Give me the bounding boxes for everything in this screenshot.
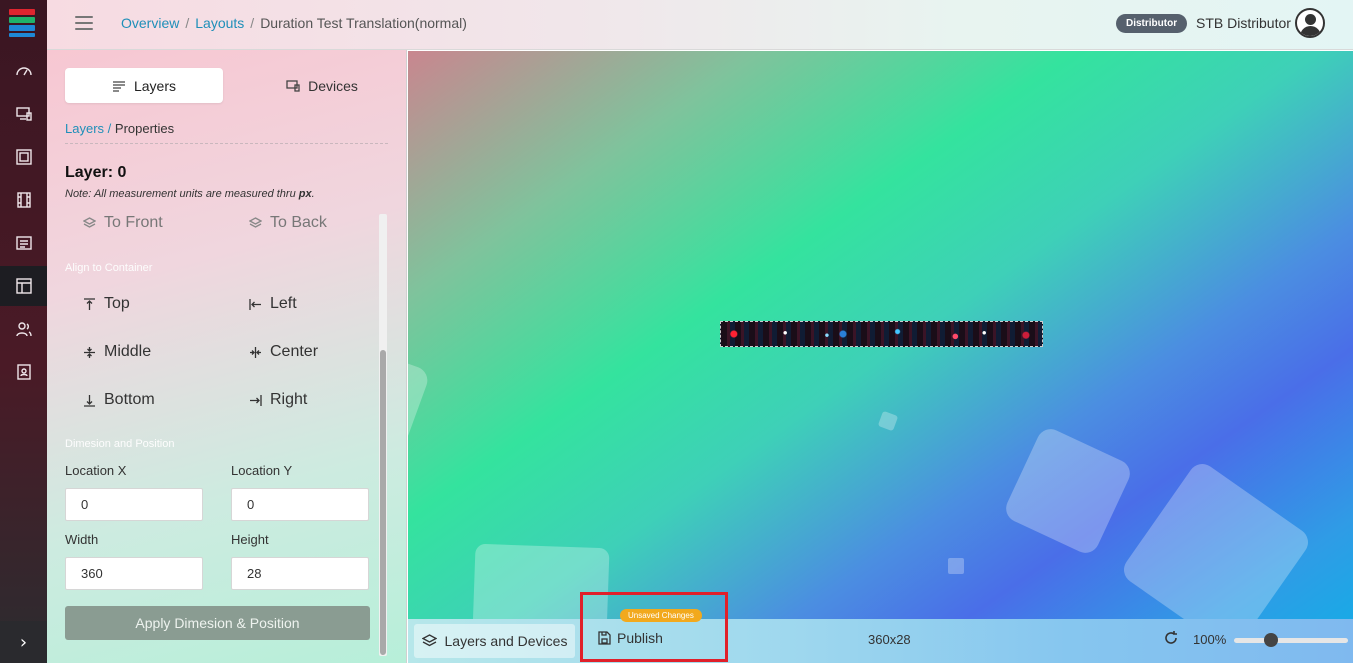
tab-layers[interactable]: Layers bbox=[65, 68, 223, 103]
contacts-icon[interactable] bbox=[0, 352, 47, 392]
panel-scrollbar-thumb[interactable] bbox=[380, 350, 386, 655]
location-x-input[interactable] bbox=[65, 488, 203, 521]
app-logo bbox=[9, 9, 35, 39]
breadcrumb-layouts[interactable]: Layouts bbox=[195, 15, 244, 31]
width-input[interactable] bbox=[65, 557, 203, 590]
bottom-toolbar: Layers and Devices Unsaved Changes Publi… bbox=[408, 592, 1353, 663]
tab-devices[interactable]: Devices bbox=[243, 68, 401, 103]
layers-icon bbox=[83, 216, 96, 228]
top-bar: Overview / Layouts / Duration Test Translati… bbox=[47, 0, 1353, 50]
location-y-input[interactable] bbox=[231, 488, 369, 521]
layers-icon bbox=[249, 216, 262, 228]
breadcrumb-current: Duration Test Translation(normal) bbox=[260, 15, 467, 31]
layout-canvas[interactable] bbox=[408, 51, 1353, 619]
user-name[interactable]: STB Distributor bbox=[1196, 15, 1291, 31]
save-icon bbox=[598, 631, 611, 645]
align-bottom-icon bbox=[84, 394, 95, 407]
align-bottom-button[interactable]: Bottom bbox=[83, 391, 155, 409]
height-input[interactable] bbox=[231, 557, 369, 590]
decorative-shape bbox=[948, 558, 964, 574]
align-left-icon bbox=[249, 298, 261, 310]
align-left-button[interactable]: Left bbox=[249, 295, 297, 313]
decorative-shape bbox=[877, 410, 899, 432]
align-right-button[interactable]: Right bbox=[249, 391, 307, 409]
publish-button[interactable]: Publish bbox=[598, 630, 663, 646]
layer-dimensions: 360x28 bbox=[868, 632, 911, 647]
menu-icon[interactable] bbox=[75, 16, 93, 30]
align-top-button[interactable]: Top bbox=[83, 295, 130, 313]
role-badge: Distributor bbox=[1116, 14, 1188, 33]
layers-list-icon bbox=[112, 80, 125, 92]
properties-panel: Layers Devices Layers / Properties Layer… bbox=[47, 50, 407, 663]
layers-and-devices-button[interactable]: Layers and Devices bbox=[414, 624, 575, 658]
users-icon[interactable] bbox=[0, 309, 47, 349]
zoom-slider-handle[interactable] bbox=[1264, 633, 1278, 647]
film-icon[interactable] bbox=[0, 180, 47, 220]
layout-icon[interactable] bbox=[0, 266, 47, 306]
layer-title: Layer: 0 bbox=[65, 164, 127, 181]
align-center-button[interactable]: Center bbox=[249, 343, 318, 361]
chevron-right-icon[interactable]: › bbox=[0, 621, 47, 663]
panel-breadcrumb: Layers / Properties bbox=[65, 121, 175, 136]
breadcrumb: Overview / Layouts / Duration Test Translati… bbox=[121, 15, 467, 31]
width-label: Width bbox=[65, 532, 99, 547]
tab-devices-label: Devices bbox=[308, 77, 358, 94]
align-center-icon bbox=[250, 346, 261, 358]
devices-icon[interactable] bbox=[0, 94, 47, 134]
selected-layer[interactable] bbox=[720, 321, 1043, 347]
align-right-icon bbox=[250, 394, 262, 406]
align-top-icon bbox=[84, 297, 95, 310]
to-back-button[interactable]: To Back bbox=[249, 214, 327, 232]
align-section-label: Align to Container bbox=[65, 262, 153, 274]
tab-layers-label: Layers bbox=[133, 77, 177, 94]
dimension-section-label: Dimesion and Position bbox=[65, 438, 175, 450]
reset-zoom-icon[interactable] bbox=[1163, 630, 1181, 648]
align-middle-icon bbox=[84, 346, 95, 358]
location-y-label: Location Y bbox=[231, 463, 293, 478]
layers-link[interactable]: Layers bbox=[65, 121, 104, 136]
divider bbox=[65, 143, 388, 144]
decorative-shape bbox=[408, 344, 432, 448]
location-x-label: Location X bbox=[65, 463, 127, 478]
properties-label: Properties bbox=[114, 121, 175, 136]
sidebar: › bbox=[0, 0, 47, 663]
zoom-slider[interactable] bbox=[1234, 638, 1348, 643]
media-icon[interactable] bbox=[0, 137, 47, 177]
layers-icon bbox=[421, 633, 437, 646]
apply-dimension-button[interactable]: Apply Dimesion & Position bbox=[65, 606, 370, 640]
decorative-shape bbox=[1118, 458, 1314, 619]
breadcrumb-overview[interactable]: Overview bbox=[121, 15, 179, 31]
decorative-shape bbox=[1001, 424, 1135, 558]
decorative-shape bbox=[472, 543, 610, 619]
unsaved-changes-badge: Unsaved Changes bbox=[620, 609, 702, 622]
zoom-level: 100% bbox=[1193, 632, 1227, 647]
height-label: Height bbox=[231, 532, 269, 547]
avatar[interactable] bbox=[1295, 8, 1325, 38]
list-icon[interactable] bbox=[0, 223, 47, 263]
to-front-button[interactable]: To Front bbox=[83, 214, 163, 232]
dashboard-icon[interactable] bbox=[0, 51, 47, 91]
align-middle-button[interactable]: Middle bbox=[83, 343, 151, 361]
devices-icon bbox=[286, 79, 300, 92]
units-note: Note: All measurement units are measured… bbox=[65, 188, 315, 200]
